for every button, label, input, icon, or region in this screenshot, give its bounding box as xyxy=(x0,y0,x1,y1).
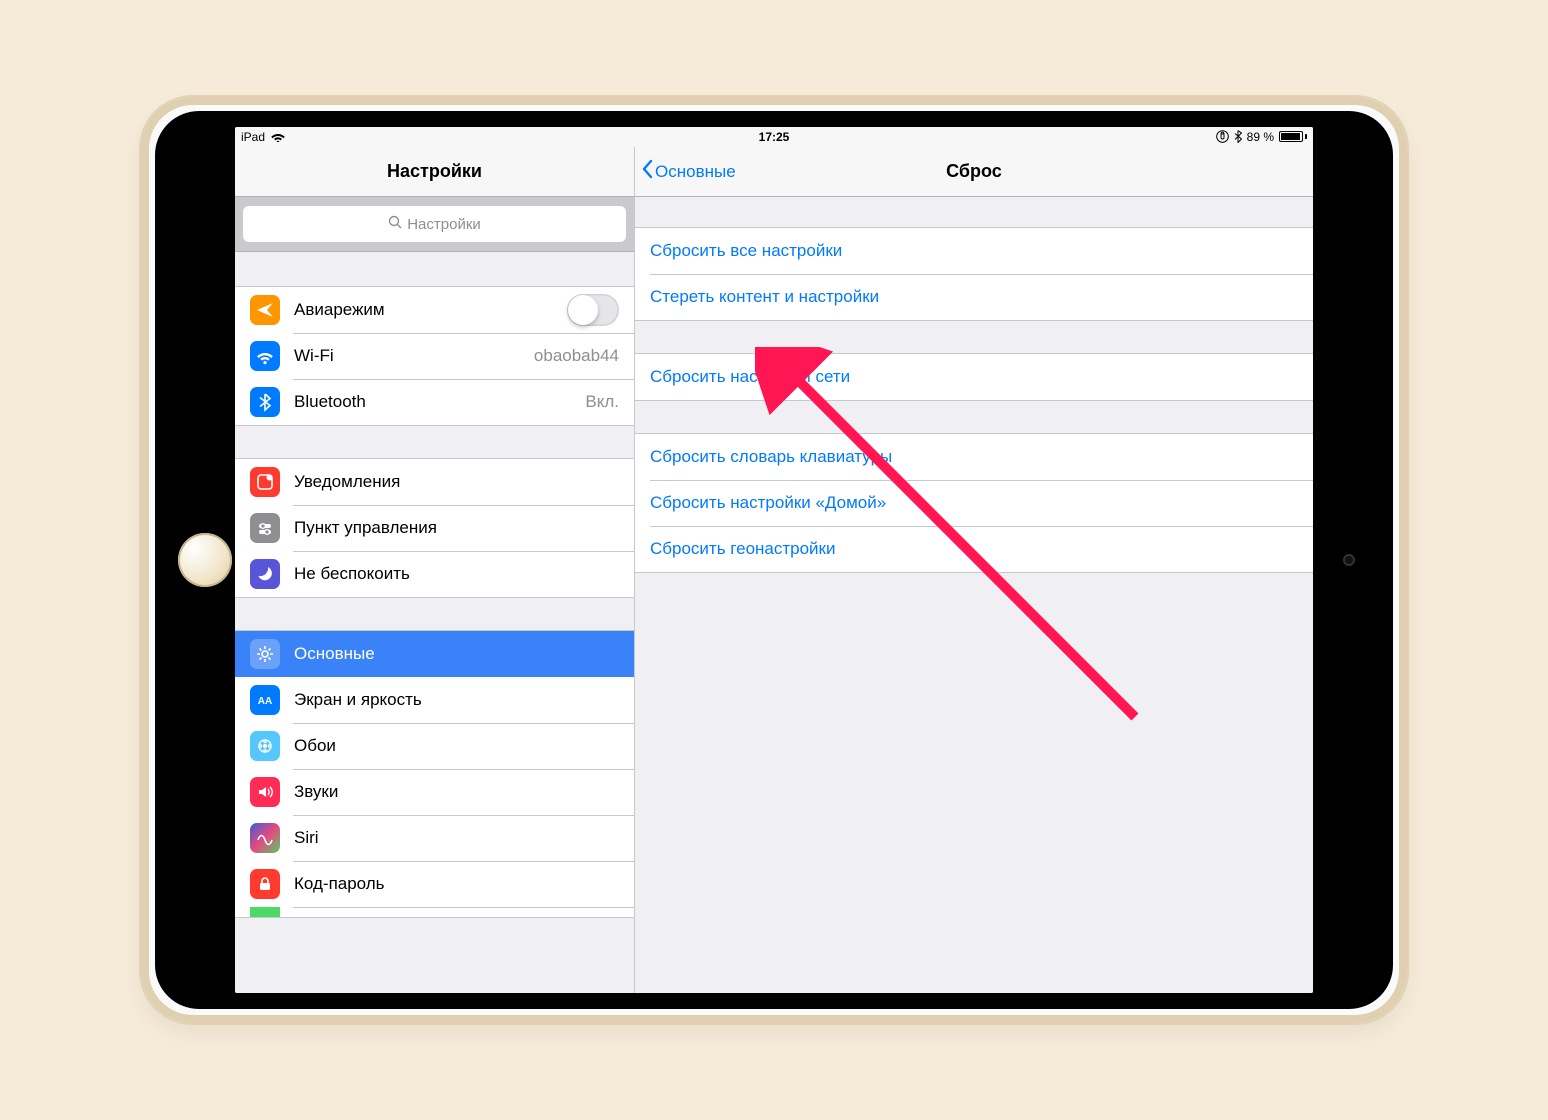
airplane-icon xyxy=(250,295,280,325)
sidebar-item-notifications[interactable]: Уведомления xyxy=(235,459,634,505)
detail-title: Сброс xyxy=(946,161,1002,182)
sidebar-item-airplane[interactable]: Авиарежим xyxy=(235,287,634,333)
sidebar-title: Настройки xyxy=(387,161,482,182)
status-bar: iPad 17:25 89 % xyxy=(235,127,1313,147)
settings-sidebar: Настройки Настройки xyxy=(235,147,635,993)
sidebar-item-label: Пункт управления xyxy=(294,518,619,538)
dnd-icon xyxy=(250,559,280,589)
battery-text: 89 % xyxy=(1247,130,1274,144)
sidebar-item-wallpaper[interactable]: Обои xyxy=(235,723,634,769)
sidebar-item-label: Звуки xyxy=(294,782,619,802)
sidebar-item-general[interactable]: Основные xyxy=(235,631,634,677)
reset-all-settings[interactable]: Сбросить все настройки xyxy=(635,228,1313,274)
sidebar-item-label: Уведомления xyxy=(294,472,619,492)
wifi-icon xyxy=(271,131,285,142)
wallpaper-icon xyxy=(250,731,280,761)
ipad-frame: iPad 17:25 89 % xyxy=(139,95,1409,1025)
screen: iPad 17:25 89 % xyxy=(235,127,1313,993)
ipad-bezel: iPad 17:25 89 % xyxy=(155,111,1393,1009)
sidebar-item-wifi[interactable]: Wi-Fi obaobab44 xyxy=(235,333,634,379)
row-label: Сбросить словарь клавиатуры xyxy=(650,447,1298,467)
airplane-toggle[interactable] xyxy=(567,294,619,326)
sidebar-item-label: Bluetooth xyxy=(294,392,571,412)
wifi-value: obaobab44 xyxy=(534,346,619,366)
wifi-settings-icon xyxy=(250,341,280,371)
sidebar-item-sounds[interactable]: Звуки xyxy=(235,769,634,815)
reset-home-layout[interactable]: Сбросить настройки «Домой» xyxy=(635,480,1313,526)
sidebar-item-label: Основные xyxy=(294,644,619,664)
notifications-icon xyxy=(250,467,280,497)
passcode-icon xyxy=(250,869,280,899)
display-icon: AA xyxy=(250,685,280,715)
device-label: iPad xyxy=(241,130,265,144)
sidebar-item-bluetooth[interactable]: Bluetooth Вкл. xyxy=(235,379,634,425)
sidebar-item-next[interactable] xyxy=(235,907,634,917)
reset-network-settings[interactable]: Сбросить настройки сети xyxy=(635,354,1313,400)
detail-scroll[interactable]: Сбросить все настройки Стереть контент и… xyxy=(635,197,1313,993)
sidebar-item-label: Wi-Fi xyxy=(294,346,520,366)
unknown-icon xyxy=(250,907,280,917)
back-label: Основные xyxy=(655,162,736,182)
sidebar-item-label: Siri xyxy=(294,828,619,848)
sidebar-item-label: Экран и яркость xyxy=(294,690,619,710)
orientation-lock-icon xyxy=(1216,130,1229,143)
battery-icon xyxy=(1279,131,1307,142)
search-icon xyxy=(388,215,402,233)
sidebar-item-siri[interactable]: Siri xyxy=(235,815,634,861)
back-button[interactable]: Основные xyxy=(641,147,736,196)
reset-location-privacy[interactable]: Сбросить геонастройки xyxy=(635,526,1313,572)
bluetooth-icon xyxy=(1234,130,1242,143)
sidebar-navbar: Настройки xyxy=(235,147,634,197)
sidebar-item-label: Код-пароль xyxy=(294,874,619,894)
row-label: Сбросить настройки «Домой» xyxy=(650,493,1298,513)
sounds-icon xyxy=(250,777,280,807)
sidebar-item-passcode[interactable]: Код-пароль xyxy=(235,861,634,907)
row-label: Стереть контент и настройки xyxy=(650,287,1298,307)
svg-text:AA: AA xyxy=(258,696,272,707)
chevron-left-icon xyxy=(641,159,653,184)
sidebar-scroll[interactable]: Авиарежим Wi-Fi obaobab44 xyxy=(235,252,634,993)
front-camera xyxy=(1343,554,1355,566)
status-time: 17:25 xyxy=(759,130,790,144)
row-label: Сбросить геонастройки xyxy=(650,539,1298,559)
siri-icon xyxy=(250,823,280,853)
general-icon xyxy=(250,639,280,669)
row-label: Сбросить все настройки xyxy=(650,241,1298,261)
erase-all-content[interactable]: Стереть контент и настройки xyxy=(635,274,1313,320)
row-label: Сбросить настройки сети xyxy=(650,367,1298,387)
sidebar-item-label: Не беспокоить xyxy=(294,564,619,584)
search-input[interactable]: Настройки xyxy=(243,206,626,242)
sidebar-item-display[interactable]: AA Экран и яркость xyxy=(235,677,634,723)
search-placeholder: Настройки xyxy=(407,216,481,233)
bluetooth-value: Вкл. xyxy=(585,392,619,412)
bluetooth-settings-icon xyxy=(250,387,280,417)
sidebar-item-control-center[interactable]: Пункт управления xyxy=(235,505,634,551)
sidebar-item-dnd[interactable]: Не беспокоить xyxy=(235,551,634,597)
search-container: Настройки xyxy=(235,197,634,252)
home-button[interactable] xyxy=(178,533,232,587)
sidebar-item-label: Обои xyxy=(294,736,619,756)
reset-keyboard-dictionary[interactable]: Сбросить словарь клавиатуры xyxy=(635,434,1313,480)
control-center-icon xyxy=(250,513,280,543)
detail-panel: Основные Сброс Сбросить все настройки Ст… xyxy=(635,147,1313,993)
detail-navbar: Основные Сброс xyxy=(635,147,1313,197)
sidebar-item-label: Авиарежим xyxy=(294,300,553,320)
